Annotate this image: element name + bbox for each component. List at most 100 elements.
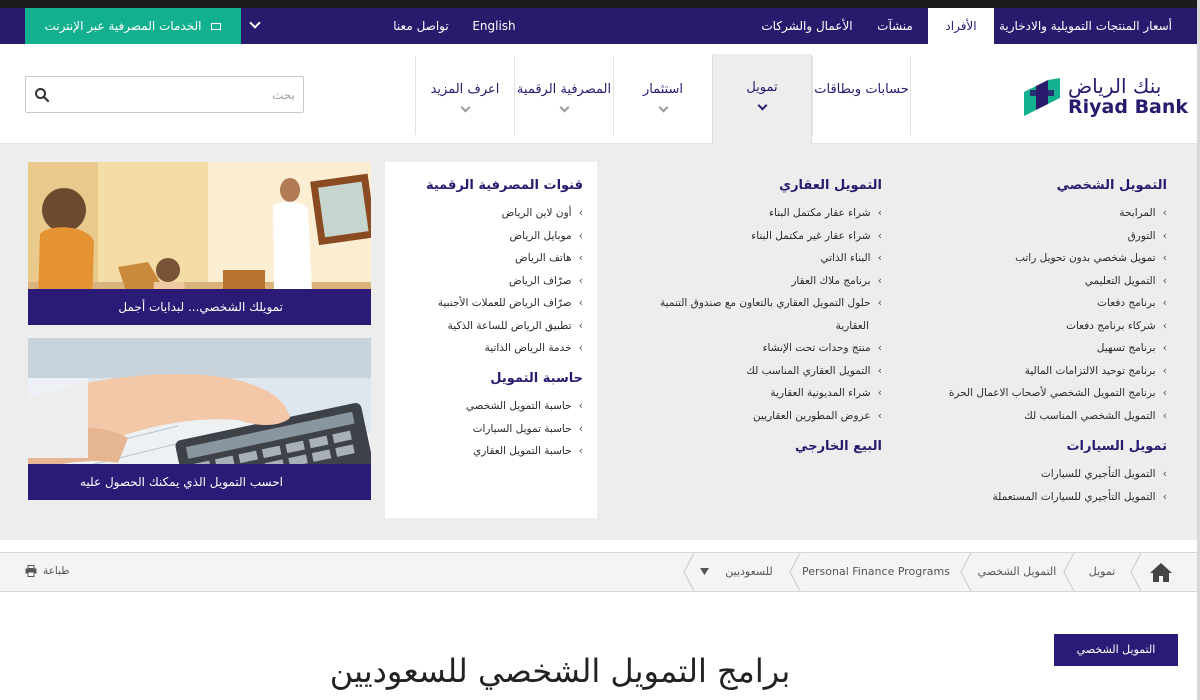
print-button[interactable]: طباعة bbox=[25, 565, 70, 581]
nav-divider bbox=[910, 56, 911, 135]
menu-item[interactable]: التمويل الشخصي المناسب لك bbox=[867, 405, 1167, 428]
top-link-rates[interactable]: أسعار المنتجات التمويلية والادخارية bbox=[999, 8, 1172, 44]
breadcrumb-item[interactable]: التمويل الشخصي bbox=[972, 553, 1062, 591]
side-menu-personal-finance[interactable]: التمويل الشخصي bbox=[1054, 634, 1178, 666]
print-label: طباعة bbox=[43, 565, 70, 577]
breadcrumb: تمويل التمويل الشخصي Personal Finance Pr… bbox=[0, 552, 1200, 592]
menu-item-continuation[interactable]: العقارية bbox=[582, 315, 882, 338]
menu-item[interactable]: صرّاف الرياض للعملات الأجنبية bbox=[393, 292, 583, 315]
menu-item[interactable]: برنامج دفعات bbox=[867, 292, 1167, 315]
menu-col-digital-channels: قنوات المصرفية الرقمية أون لاين الرياض م… bbox=[393, 178, 583, 360]
nav-tab-label: اعرف المزيد bbox=[430, 82, 500, 97]
menu-item[interactable]: التمويل العقاري المناسب لك bbox=[582, 360, 882, 383]
menu-col-finance-calculator: حاسبة التمويل حاسبة التمويل الشخصي حاسبة… bbox=[393, 371, 583, 463]
chevron-down-icon bbox=[658, 102, 668, 113]
chevron-down-icon bbox=[757, 100, 767, 111]
menu-item[interactable]: حاسبة تمويل السيارات bbox=[393, 418, 583, 441]
online-banking-label: الخدمات المصرفية عبر الإنترنت bbox=[44, 19, 202, 33]
promo-finance-calculator[interactable]: احسب التمويل الذي يمكنك الحصول عليه bbox=[28, 338, 371, 500]
menu-item[interactable]: شراء عقار مكتمل البناء bbox=[582, 202, 882, 225]
logo-english-text: Riyad Bank bbox=[1068, 96, 1189, 118]
menu-item[interactable]: برنامج توحيد الالتزامات المالية bbox=[867, 360, 1167, 383]
nav-tab-label: تمويل bbox=[746, 80, 778, 95]
home-icon[interactable] bbox=[1149, 561, 1173, 583]
menu-item[interactable]: التورق bbox=[867, 225, 1167, 248]
menu-col-real-estate: التمويل العقاري شراء عقار مكتمل البناء ش… bbox=[582, 178, 882, 427]
menu-heading-auto-finance[interactable]: تمويل السيارات bbox=[867, 439, 1167, 457]
promo-caption[interactable]: احسب التمويل الذي يمكنك الحصول عليه bbox=[28, 464, 371, 500]
menu-item[interactable]: تطبيق الرياض للساعة الذكية bbox=[393, 315, 583, 338]
menu-item[interactable]: التمويل التعليمي bbox=[867, 270, 1167, 293]
menu-item[interactable]: البناء الذاتي bbox=[582, 247, 882, 270]
breadcrumb-dropdown-label: للسعوديين bbox=[725, 565, 773, 578]
menu-item[interactable]: عروض المطورين العقاريين bbox=[582, 405, 882, 428]
menu-item[interactable]: خدمة الرياض الذاتية bbox=[393, 337, 583, 360]
menu-heading-digital-channels[interactable]: قنوات المصرفية الرقمية bbox=[393, 178, 583, 196]
search-box[interactable] bbox=[25, 76, 304, 113]
menu-item[interactable]: منتج وحدات تحت الإنشاء bbox=[582, 337, 882, 360]
promo-caption[interactable]: تمويلك الشخصي... لبدايات أجمل bbox=[28, 289, 371, 325]
menu-heading-finance-calculator[interactable]: حاسبة التمويل bbox=[393, 371, 583, 389]
top-link-english[interactable]: English bbox=[466, 8, 522, 44]
menu-heading-sale-back[interactable]: البيع الخارجي bbox=[582, 439, 882, 457]
chevron-down-icon bbox=[559, 102, 569, 113]
menu-item[interactable]: صرّاف الرياض bbox=[393, 270, 583, 293]
browser-edge-strip bbox=[0, 0, 1200, 8]
menu-item[interactable]: أون لاين الرياض bbox=[393, 202, 583, 225]
nav-tab-digital-banking[interactable]: المصرفية الرقمية bbox=[514, 56, 613, 135]
menu-item[interactable]: برنامج ملاك العقار bbox=[582, 270, 882, 293]
menu-item[interactable]: التمويل التأجيري للسيارات bbox=[867, 463, 1167, 486]
nav-tab-learn-more[interactable]: اعرف المزيد bbox=[415, 56, 514, 135]
online-banking-dropdown[interactable] bbox=[241, 8, 271, 44]
menu-item[interactable]: برنامج التمويل الشخصي لأصحاب الاعمال الح… bbox=[867, 382, 1167, 405]
menu-col-sale-back: البيع الخارجي bbox=[582, 439, 882, 463]
menu-item[interactable]: برنامج تسهيل bbox=[867, 337, 1167, 360]
online-banking-button[interactable]: الخدمات المصرفية عبر الإنترنت bbox=[25, 8, 241, 44]
menu-item[interactable]: حلول التمويل العقاري بالتعاون مع صندوق ا… bbox=[582, 292, 882, 315]
menu-item[interactable]: المرابحة bbox=[867, 202, 1167, 225]
window-icon bbox=[211, 23, 222, 30]
page-title: برامج التمويل الشخصي للسعوديين bbox=[329, 652, 791, 690]
menu-col-personal-finance: التمويل الشخصي المرابحة التورق تمويل شخص… bbox=[867, 178, 1167, 427]
menu-item[interactable]: حاسبة التمويل الشخصي bbox=[393, 395, 583, 418]
nav-tab-investment[interactable]: استثمار bbox=[613, 56, 712, 135]
menu-item[interactable]: شراء عقار غير مكتمل البناء bbox=[582, 225, 882, 248]
chevron-down-icon bbox=[460, 102, 470, 113]
breadcrumb-separator bbox=[1063, 553, 1075, 591]
menu-item[interactable]: شراء المديونية العقارية bbox=[582, 382, 882, 405]
bank-logo[interactable]: بنك الرياض Riyad Bank bbox=[1022, 74, 1188, 120]
search-input[interactable] bbox=[65, 84, 295, 106]
promo-personal-finance[interactable]: تمويلك الشخصي... لبدايات أجمل bbox=[28, 162, 371, 325]
nav-tab-label: حسابات وبطاقات bbox=[814, 82, 909, 97]
search-icon[interactable] bbox=[34, 87, 50, 103]
breadcrumb-dropdown[interactable]: للسعوديين bbox=[716, 553, 782, 591]
menu-item[interactable]: هاتف الرياض bbox=[393, 247, 583, 270]
breadcrumb-item[interactable]: Personal Finance Programs bbox=[800, 553, 952, 591]
menu-heading-real-estate[interactable]: التمويل العقاري bbox=[582, 178, 882, 196]
breadcrumb-separator bbox=[683, 553, 695, 591]
top-link-establishments[interactable]: منشآت bbox=[868, 8, 922, 44]
menu-item[interactable]: حاسبة التمويل العقاري bbox=[393, 440, 583, 463]
menu-item[interactable]: موبايل الرياض bbox=[393, 225, 583, 248]
nav-tab-accounts-cards[interactable]: حسابات وبطاقات bbox=[812, 56, 910, 135]
nav-tab-label: استثمار bbox=[642, 82, 684, 97]
menu-item[interactable]: التمويل التأجيري للسيارات المستعملة bbox=[867, 486, 1167, 509]
breadcrumb-separator bbox=[960, 553, 972, 591]
nav-tab-label: المصرفية الرقمية bbox=[516, 82, 612, 97]
top-link-contact[interactable]: تواصل معنا bbox=[386, 8, 456, 44]
menu-item[interactable]: تمويل شخصي بدون تحويل راتب bbox=[867, 247, 1167, 270]
menu-heading-personal-finance[interactable]: التمويل الشخصي bbox=[867, 178, 1167, 196]
breadcrumb-separator bbox=[1130, 553, 1142, 591]
chevron-down-icon bbox=[249, 17, 261, 29]
menu-item[interactable]: شركاء برنامج دفعات bbox=[867, 315, 1167, 338]
menu-col-auto-finance: تمويل السيارات التمويل التأجيري للسيارات… bbox=[867, 439, 1167, 508]
top-link-individuals[interactable]: الأفراد bbox=[928, 8, 994, 44]
top-link-business[interactable]: الأعمال والشركات bbox=[752, 8, 862, 44]
printer-icon bbox=[25, 565, 37, 577]
breadcrumb-separator bbox=[789, 553, 801, 591]
breadcrumb-item[interactable]: تمويل bbox=[1075, 553, 1129, 591]
logo-arabic-text: بنك الرياض bbox=[1068, 74, 1162, 98]
top-bar: أسعار المنتجات التمويلية والادخارية الأف… bbox=[0, 0, 1200, 44]
nav-tab-finance[interactable]: تمويل bbox=[712, 54, 812, 144]
caret-down-icon[interactable] bbox=[700, 568, 709, 576]
